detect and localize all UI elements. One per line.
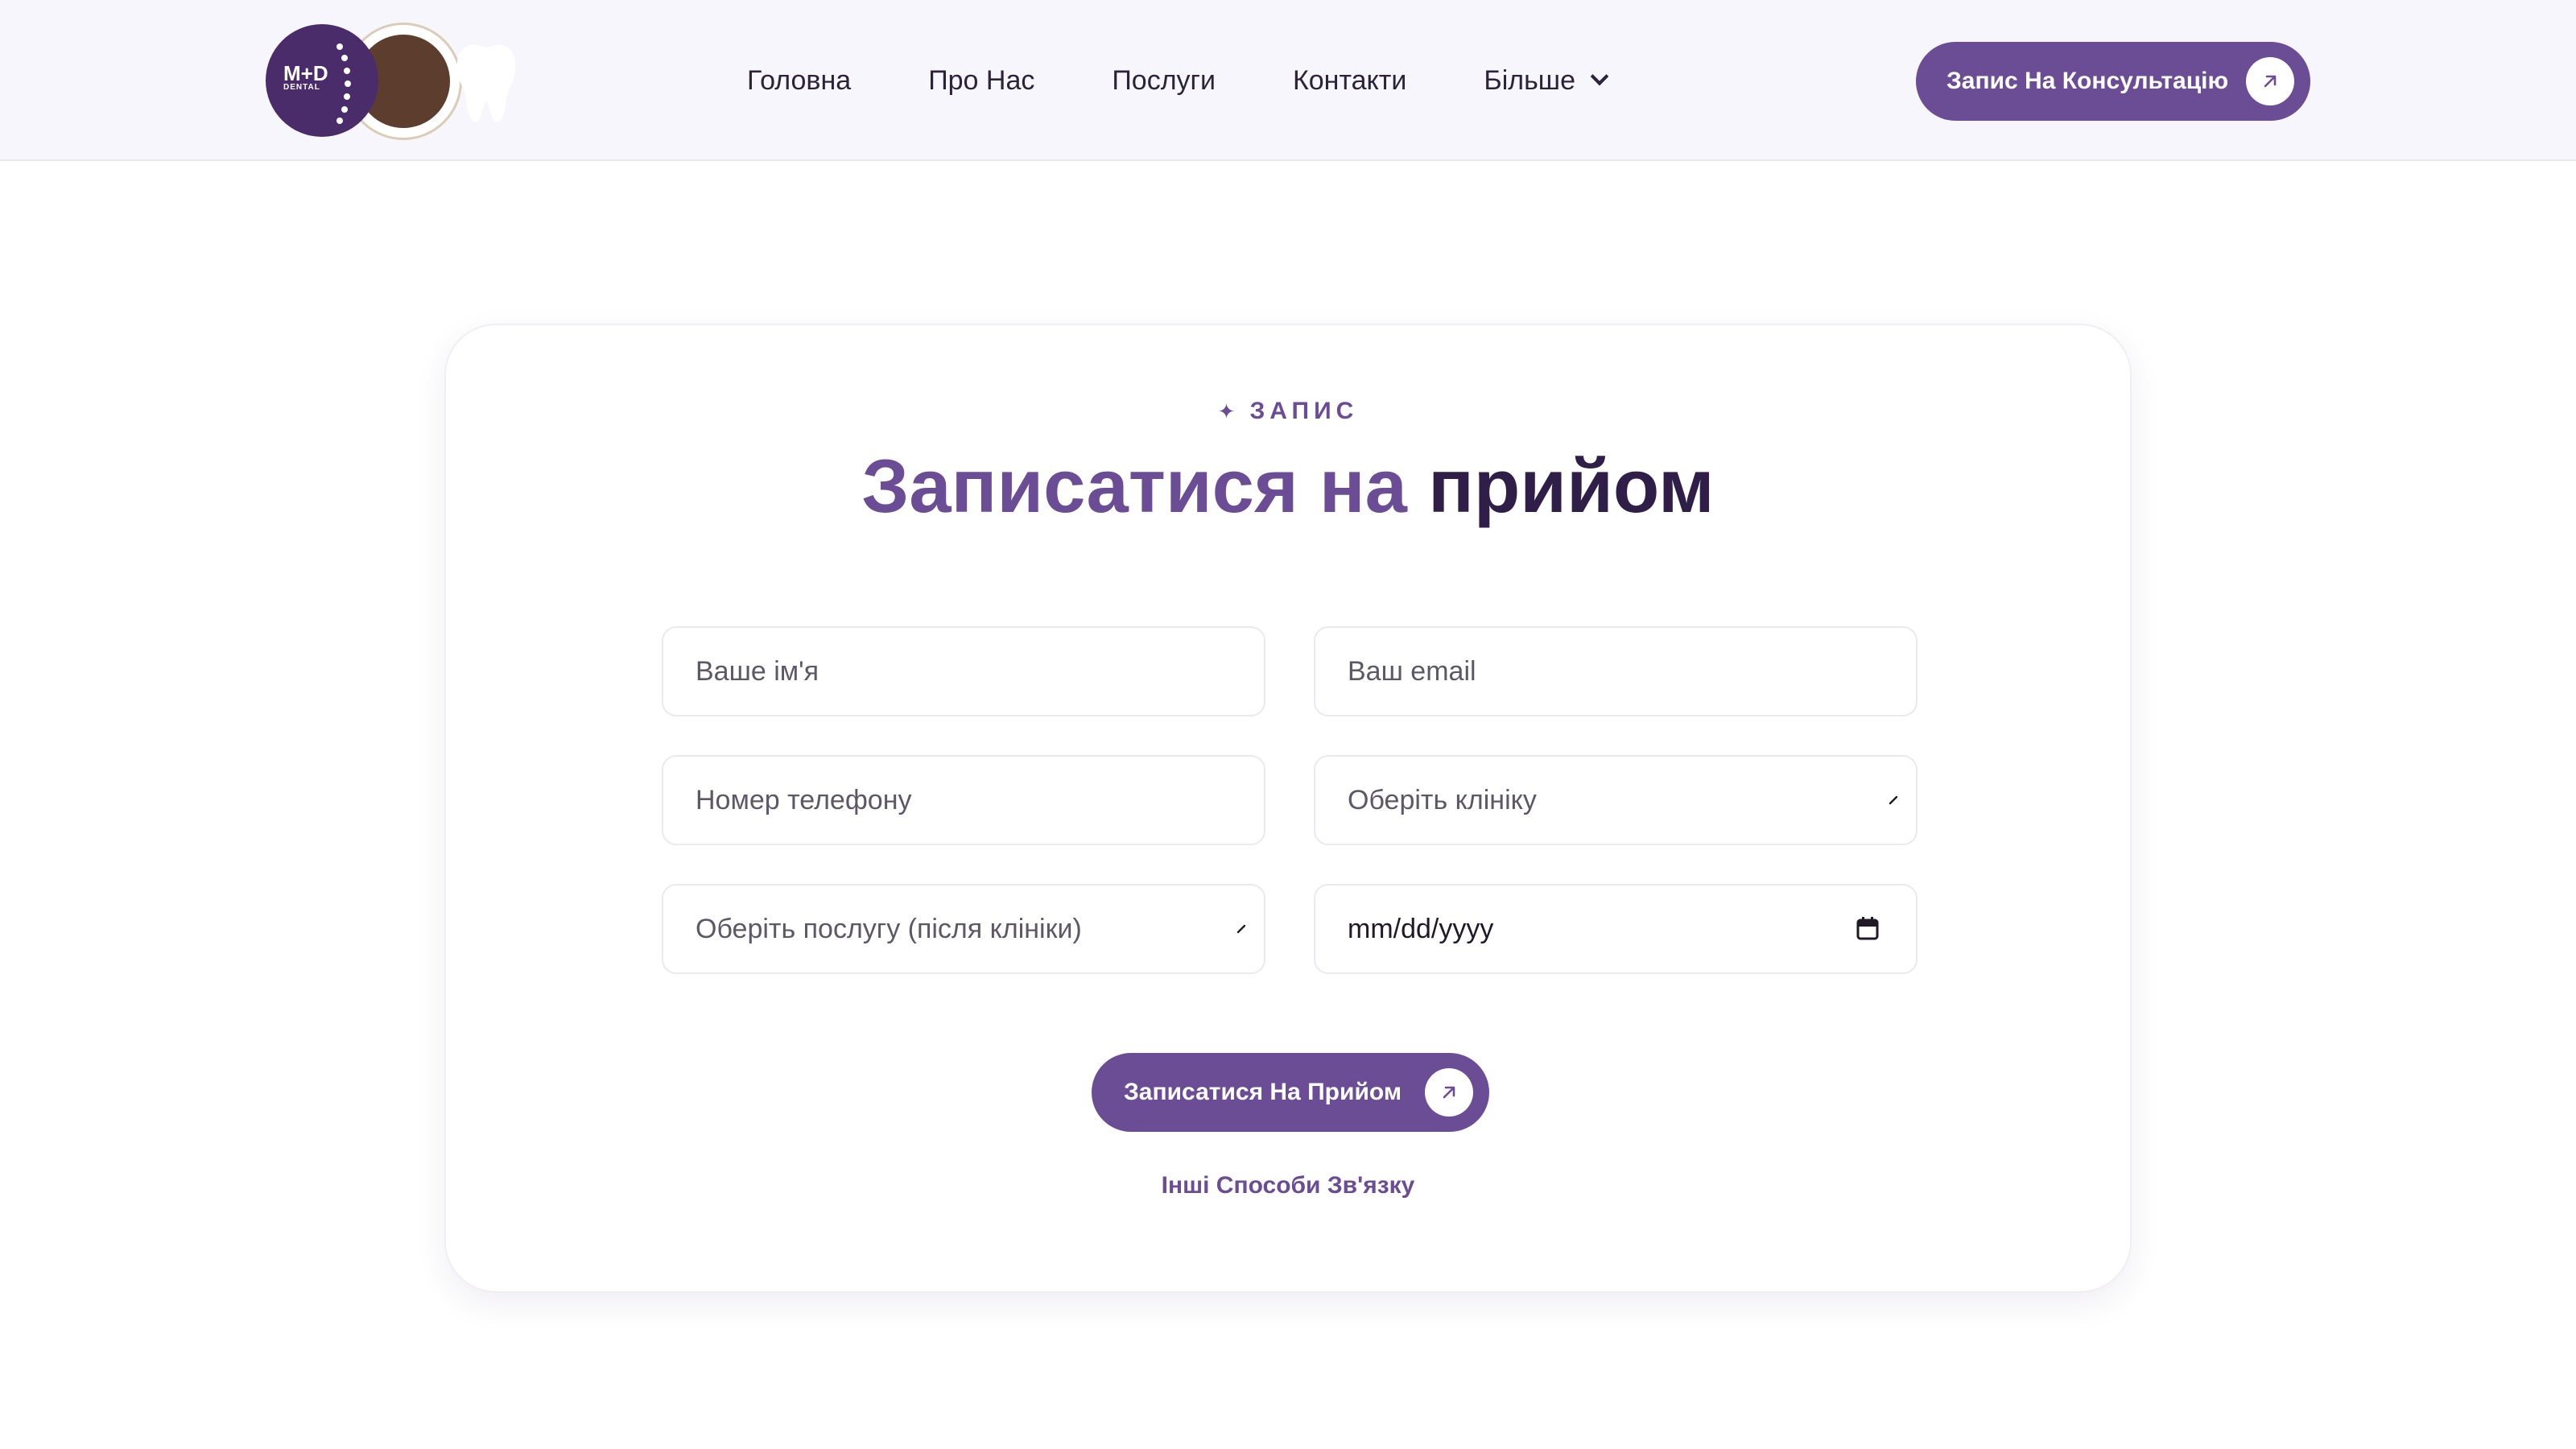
calendar-icon[interactable]: [1856, 916, 1879, 940]
chevron-down-icon: [1590, 67, 1609, 86]
main-nav: Головна Про Нас Послуги Контакти Більше: [747, 0, 1609, 161]
service-select[interactable]: Оберіть послугу (після клініки): [662, 884, 1265, 974]
site-header: M+D DENTAL Головна Про Нас Послуги Конта…: [0, 0, 2576, 161]
consultation-button-label: Запис На Консультацію: [1946, 68, 2229, 94]
booking-card: ✦ ЗАПИС Записатися на прийом Ваше ім'я Ва…: [444, 324, 2132, 1293]
arrow-up-right-icon: [1425, 1068, 1473, 1117]
brand-logo[interactable]: M+D DENTAL: [266, 23, 516, 140]
other-contact-link[interactable]: Інші Способи Зв'язку: [446, 1172, 2130, 1199]
booking-title: Записатися на прийом: [861, 444, 1715, 528]
select-caret-icon: [1236, 924, 1246, 934]
arrow-up-right-icon: [2246, 57, 2294, 105]
name-input[interactable]: Ваше ім'я: [662, 626, 1265, 716]
consultation-button[interactable]: Запис На Консультацію: [1916, 42, 2310, 121]
submit-booking-label: Записатися На Прийом: [1124, 1079, 1402, 1105]
select-caret-icon: [1889, 795, 1898, 805]
submit-booking-button[interactable]: Записатися На Прийом: [1092, 1053, 1489, 1132]
nav-item-about[interactable]: Про Нас: [928, 65, 1034, 97]
date-input[interactable]: mm/dd/yyyy: [1314, 884, 1918, 974]
nav-item-more[interactable]: Більше: [1484, 65, 1609, 97]
sparkle-icon: ✦: [1217, 399, 1241, 423]
nav-item-services[interactable]: Послуги: [1112, 65, 1216, 97]
tooth-icon: [456, 44, 516, 122]
nav-item-contacts[interactable]: Контакти: [1293, 65, 1406, 97]
logo-dots: [335, 43, 351, 124]
nav-item-home[interactable]: Головна: [747, 65, 851, 97]
clinic-select[interactable]: Оберіть клініку: [1314, 755, 1918, 845]
logo-wordmark: M+D DENTAL: [283, 61, 328, 92]
phone-input[interactable]: Номер телефону: [662, 755, 1265, 845]
email-input[interactable]: Ваш email: [1314, 626, 1918, 716]
section-eyebrow: ✦ ЗАПИС: [1217, 398, 1359, 424]
